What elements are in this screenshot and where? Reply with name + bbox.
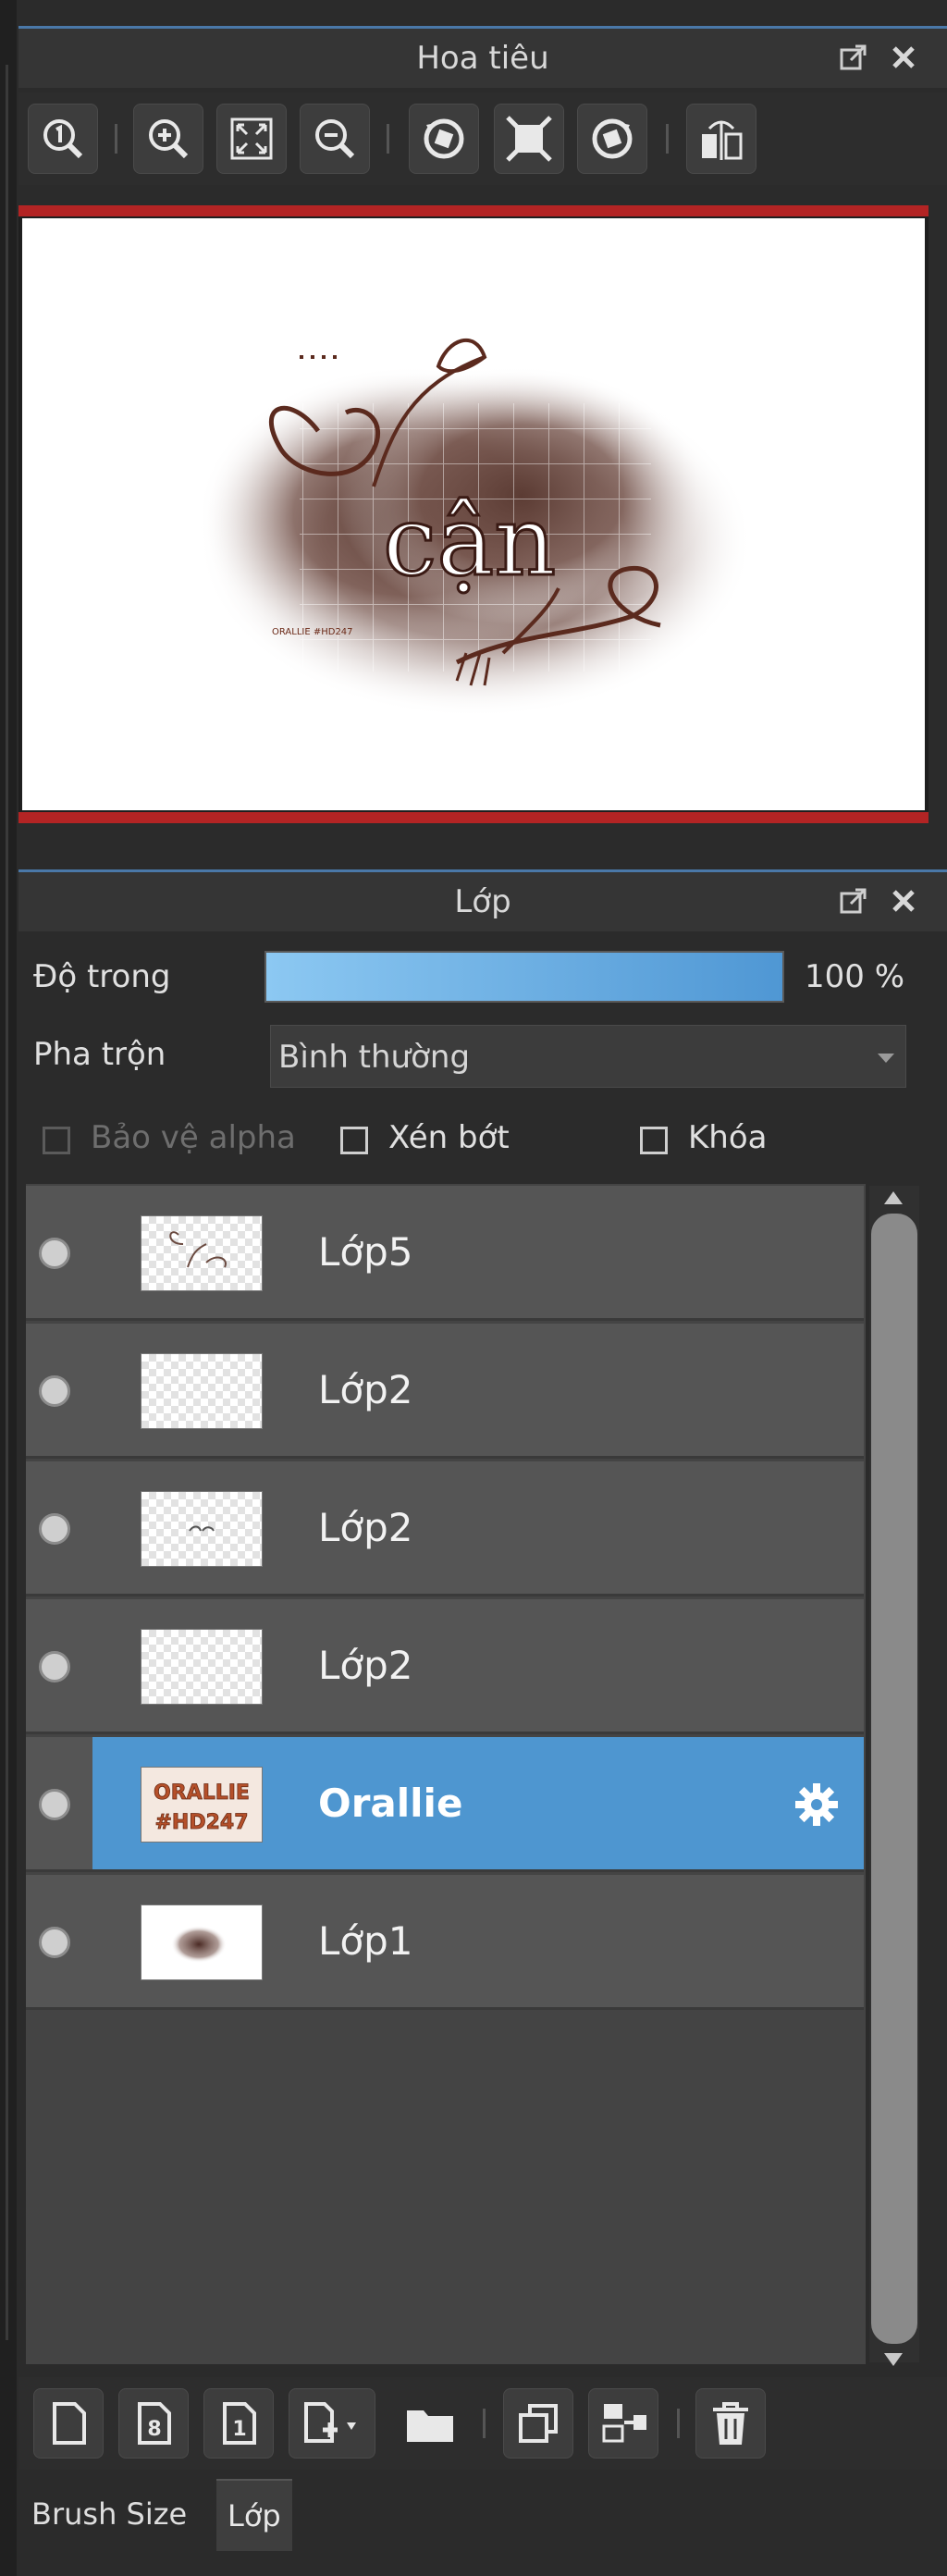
scroll-up-icon[interactable]: [884, 1191, 903, 1204]
layer-name: Lớp2: [318, 1643, 413, 1688]
layer-row[interactable]: Lớp2: [26, 1324, 864, 1459]
new-folder-button[interactable]: [396, 2388, 466, 2459]
new-1bit-layer-icon: 1: [223, 2402, 256, 2445]
artwork-preview-image: cận ORALLIE #HD247: [198, 338, 753, 718]
layer-row[interactable]: Lớp1: [26, 1875, 864, 2010]
new-layer-icon: [53, 2402, 86, 2445]
new-layer-button[interactable]: [33, 2388, 104, 2459]
opacity-slider[interactable]: [264, 951, 784, 1003]
visibility-icon[interactable]: [39, 1651, 70, 1682]
navigator-title: Hoa tiêu: [416, 40, 549, 77]
zoom-actual-icon: [43, 119, 83, 159]
lock-checkbox[interactable]: [640, 1127, 668, 1154]
layer-name: Lớp5: [318, 1229, 413, 1275]
layer-thumbnail: [141, 1904, 263, 1980]
svg-text:ORALLIE: ORALLIE: [154, 1781, 250, 1805]
layer-name: Lớp2: [318, 1367, 413, 1412]
zoom-actual-button[interactable]: [28, 104, 98, 174]
layer-name: Lớp1: [318, 1918, 413, 1964]
zoom-in-icon: [149, 119, 189, 159]
visibility-icon[interactable]: [39, 1238, 70, 1269]
svg-text:8: 8: [147, 2418, 161, 2441]
gear-icon[interactable]: [793, 1781, 840, 1828]
clip-checkbox[interactable]: [340, 1127, 368, 1154]
opacity-value: 100 %: [805, 958, 905, 995]
visibility-icon[interactable]: [39, 1513, 70, 1545]
flip-horizontal-button[interactable]: [686, 104, 756, 174]
zoom-in-button[interactable]: [133, 104, 203, 174]
layer-toolbar: 8 1: [18, 2377, 947, 2470]
svg-text:#HD247: #HD247: [154, 1811, 248, 1834]
rotate-right-button[interactable]: [577, 104, 647, 174]
left-gutter: [0, 0, 17, 2576]
navigator-preview[interactable]: cận ORALLIE #HD247: [22, 218, 925, 810]
delete-layer-icon: [713, 2402, 748, 2445]
layer-name: Lớp2: [318, 1505, 413, 1550]
layer-thumbnail: [141, 1491, 263, 1567]
merge-down-button[interactable]: [588, 2388, 658, 2459]
fit-screen-button[interactable]: [216, 104, 287, 174]
add-layer-menu-icon: [304, 2402, 356, 2443]
fullscreen-button[interactable]: [494, 104, 564, 174]
blend-mode-value: Bình thường: [278, 1039, 471, 1076]
scroll-down-icon[interactable]: [884, 2353, 903, 2366]
visibility-icon[interactable]: [39, 1927, 70, 1958]
layer-thumbnail: [141, 1353, 263, 1429]
zoom-out-button[interactable]: [300, 104, 370, 174]
chevron-down-icon: [878, 1054, 894, 1063]
layer-row[interactable]: Lớp2: [26, 1461, 864, 1596]
rotate-left-icon: [424, 118, 464, 159]
view-rect-bottom: [18, 812, 929, 823]
splitter[interactable]: [6, 65, 8, 2340]
close-icon[interactable]: [888, 42, 919, 73]
artwork-text: cận: [383, 485, 556, 598]
layer-row-selected[interactable]: ORALLIE #HD247 Orallie: [26, 1737, 864, 1872]
view-rect-top: [18, 205, 929, 216]
clip-label: Xén bớt: [388, 1119, 510, 1156]
layer-row[interactable]: Lớp2: [26, 1599, 864, 1734]
blend-label: Pha trộn: [33, 1036, 166, 1073]
fit-screen-icon: [230, 117, 273, 160]
protect-alpha-label: Bảo vệ alpha: [91, 1119, 296, 1156]
blend-mode-select[interactable]: Bình thường: [270, 1025, 906, 1088]
layers-titlebar: Lớp: [18, 869, 947, 931]
undock-icon[interactable]: [838, 885, 869, 917]
lock-label: Khóa: [688, 1119, 768, 1156]
merge-down-icon: [602, 2404, 646, 2443]
close-icon[interactable]: [888, 885, 919, 917]
svg-text:1: 1: [232, 2418, 246, 2441]
new-8bit-layer-icon: 8: [138, 2402, 171, 2445]
zoom-out-icon: [315, 119, 355, 159]
fullscreen-icon: [506, 116, 552, 162]
layer-thumbnail: [141, 1629, 263, 1705]
undock-icon[interactable]: [838, 42, 869, 73]
rotate-right-icon: [592, 118, 633, 159]
visibility-icon[interactable]: [39, 1375, 70, 1407]
scrollbar-thumb[interactable]: [871, 1214, 917, 2344]
navigator-toolbar: [18, 92, 947, 185]
opacity-label: Độ trong: [33, 958, 171, 995]
tab-brush-size[interactable]: Brush Size: [20, 2479, 199, 2549]
visibility-icon[interactable]: [39, 1789, 70, 1820]
protect-alpha-checkbox[interactable]: [43, 1127, 70, 1154]
rotate-left-button[interactable]: [409, 104, 479, 174]
delete-layer-button[interactable]: [695, 2388, 766, 2459]
signature-text: ORALLIE #HD247: [272, 627, 353, 637]
layer-thumbnail: ORALLIE #HD247: [141, 1767, 263, 1843]
flip-horizontal-icon: [702, 120, 743, 160]
folder-icon: [407, 2410, 453, 2442]
layer-name: Orallie: [318, 1781, 463, 1826]
layers-title: Lớp: [454, 883, 511, 920]
navigator-titlebar: Hoa tiêu: [18, 26, 947, 88]
new-1bit-layer-button[interactable]: 1: [203, 2388, 274, 2459]
new-8bit-layer-button[interactable]: 8: [118, 2388, 189, 2459]
layer-thumbnail: [141, 1215, 263, 1291]
add-layer-menu-button[interactable]: [289, 2388, 375, 2459]
duplicate-layer-icon: [519, 2404, 558, 2443]
tab-layers[interactable]: Lớp: [216, 2479, 292, 2551]
duplicate-layer-button[interactable]: [503, 2388, 573, 2459]
layer-row[interactable]: Lớp5: [26, 1186, 864, 1321]
